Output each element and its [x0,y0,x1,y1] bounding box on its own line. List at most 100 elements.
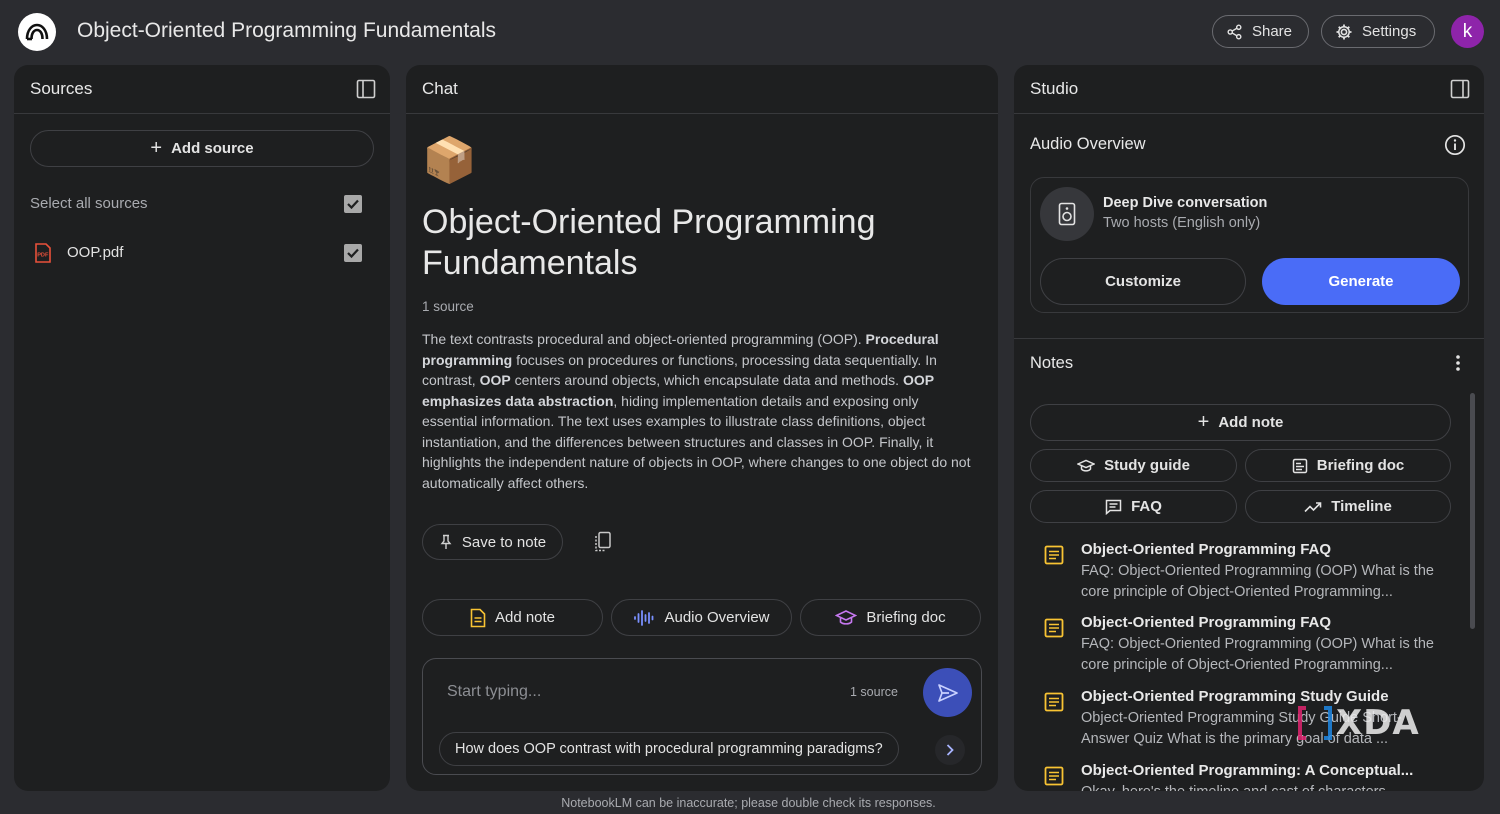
divider [1014,338,1484,339]
summary-text: centers around objects, which encapsulat… [510,372,903,388]
svg-text:PDF: PDF [37,253,49,259]
faq-icon [1105,499,1122,515]
generate-button[interactable]: Generate [1262,258,1460,305]
summary-text: The text contrasts procedural and object… [422,331,866,347]
note-title: Object-Oriented Programming: A Conceptua… [1081,762,1414,779]
trending-icon [1304,501,1322,512]
settings-label: Settings [1362,23,1417,40]
chat-audio-overview-label: Audio Overview [664,609,770,626]
notebooklm-logo-icon[interactable] [18,13,56,51]
audio-overview-card: Deep Dive conversation Two hosts (Englis… [1030,177,1469,313]
chat-input[interactable]: Start typing... [447,683,541,701]
save-to-note-button[interactable]: Save to note [422,524,563,560]
note-title: Object-Oriented Programming FAQ [1081,614,1332,631]
xda-watermark: XDA [1298,703,1420,743]
studio-add-note-button[interactable]: + Add note [1030,404,1451,441]
notebook-summary: The text contrasts procedural and object… [422,329,976,493]
select-all-label: Select all sources [30,195,148,212]
share-icon [1227,24,1242,39]
note-icon [1044,766,1064,786]
info-icon[interactable] [1444,134,1466,156]
note-preview: FAQ: Object-Oriented Programming (OOP) W… [1081,563,1434,600]
briefing-doc-icon [1292,458,1307,473]
more-options-icon[interactable] [1455,354,1461,372]
source-item-label[interactable]: OOP.pdf [67,244,123,261]
send-button[interactable] [923,668,972,717]
audio-wave-icon [634,609,654,626]
studio-add-note-label: Add note [1218,414,1284,431]
send-icon [937,683,958,702]
gear-icon [1336,24,1352,39]
notebook-title[interactable]: Object-Oriented Programming Fundamentals [77,19,496,43]
avatar[interactable]: k [1451,15,1484,48]
collapse-panel-icon[interactable] [356,79,376,99]
studio-panel: Studio Audio Overview Deep Dive conversa… [1014,65,1484,791]
chat-audio-overview-button[interactable]: Audio Overview [611,599,792,636]
notes-list: Object-Oriented Programming FAQ FAQ: Obj… [1014,541,1484,791]
briefing-doc-label: Briefing doc [1316,457,1405,474]
save-to-note-label: Save to note [461,533,547,551]
share-label: Share [1251,23,1292,40]
study-guide-button[interactable]: Study guide [1030,449,1237,482]
note-icon [470,608,486,627]
note-preview: Okay, here's the timeline and cast of ch… [1081,782,1441,791]
chat-input-box: Start typing... 1 source How does OOP co… [422,658,982,775]
add-source-button[interactable]: + Add source [30,130,374,167]
summary-emphasis: OOP [479,372,511,388]
pdf-icon: PDF [34,243,52,263]
plus-icon: + [150,137,163,159]
note-icon [1044,692,1064,712]
faq-button[interactable]: FAQ [1030,490,1237,523]
notes-title: Notes [1030,354,1074,372]
suggestion-chip[interactable]: How does OOP contrast with procedural pr… [439,732,899,766]
chat-add-note-button[interactable]: Add note [422,599,603,636]
timeline-label: Timeline [1331,498,1392,515]
source-count: 1 source [422,299,474,314]
chat-header: Chat [406,65,998,114]
customize-label: Customize [1105,273,1181,290]
chat-panel: Chat 📦 Object-Oriented Programming Funda… [406,65,998,791]
select-all-checkbox[interactable] [344,195,362,213]
input-source-count: 1 source [850,685,898,699]
timeline-button[interactable]: Timeline [1245,490,1451,523]
collapse-panel-icon[interactable] [1450,79,1470,99]
notebook-emoji: 📦 [422,136,477,185]
speaker-icon [1040,187,1094,241]
chat-title: Chat [422,79,458,98]
chat-briefing-doc-button[interactable]: Briefing doc [800,599,981,636]
next-suggestion-button[interactable] [935,735,965,765]
chat-add-note-label: Add note [494,609,556,626]
note-preview: FAQ: Object-Oriented Programming (OOP) W… [1081,636,1434,673]
share-button[interactable]: Share [1212,15,1309,48]
briefing-doc-button[interactable]: Briefing doc [1245,449,1451,482]
study-guide-label: Study guide [1104,457,1190,474]
studio-header: Studio [1014,65,1484,114]
plus-icon: + [1197,411,1210,433]
chat-briefing-doc-label: Briefing doc [866,609,946,626]
source-item-checkbox[interactable] [344,244,362,262]
note-icon [1044,545,1064,565]
sources-title: Sources [30,79,93,98]
top-bar: Object-Oriented Programming Fundamentals… [0,0,1500,64]
pin-icon [440,534,452,549]
xda-watermark-text: XDA [1336,703,1420,743]
note-item[interactable]: Object-Oriented Programming FAQ FAQ: Obj… [1044,614,1464,676]
chevron-right-icon [946,744,954,756]
note-item[interactable]: Object-Oriented Programming FAQ FAQ: Obj… [1044,541,1464,603]
xda-logo-icon [1298,706,1332,740]
note-item[interactable]: Object-Oriented Programming: A Conceptua… [1044,762,1464,791]
audio-overview-title: Audio Overview [1030,135,1146,153]
studio-title: Studio [1030,79,1079,98]
disclaimer-text: NotebookLM can be inaccurate; please dou… [561,796,936,810]
faq-label: FAQ [1131,498,1162,515]
add-source-label: Add source [171,140,254,157]
note-title: Object-Oriented Programming FAQ [1081,541,1332,558]
sources-panel: Sources + Add source Select all sources … [14,65,390,791]
deep-dive-subtitle: Two hosts (English only) [1103,215,1261,231]
deep-dive-title: Deep Dive conversation [1103,195,1268,211]
notebook-heading: Object-Oriented Programming Fundamentals [422,203,876,282]
note-icon [1044,618,1064,638]
settings-button[interactable]: Settings [1321,15,1435,48]
customize-button[interactable]: Customize [1040,258,1246,305]
copy-icon[interactable] [594,531,612,552]
